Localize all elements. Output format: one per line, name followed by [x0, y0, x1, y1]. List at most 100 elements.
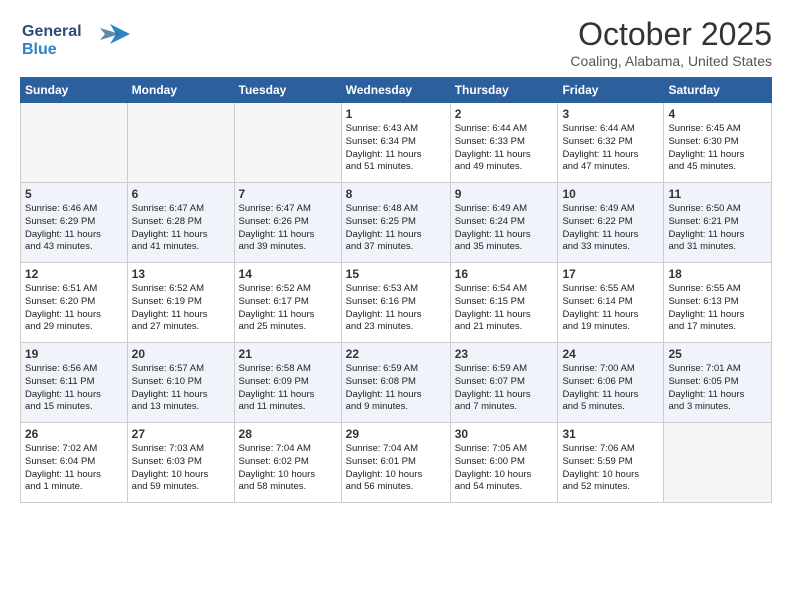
svg-text:General: General [22, 23, 82, 40]
cell-data: Sunrise: 7:03 AMSunset: 6:03 PMDaylight:… [132, 443, 230, 494]
cell-data: Sunrise: 6:48 AMSunset: 6:25 PMDaylight:… [346, 203, 446, 254]
week-row-2: 5 Sunrise: 6:46 AMSunset: 6:29 PMDaylight… [21, 183, 772, 263]
day-number: 19 [25, 347, 123, 361]
cell-data: Sunrise: 7:01 AMSunset: 6:05 PMDaylight:… [668, 363, 767, 414]
day-header-tuesday: Tuesday [234, 78, 341, 103]
calendar-cell [234, 103, 341, 183]
day-number: 3 [562, 107, 659, 121]
calendar-header-row: SundayMondayTuesdayWednesdayThursdayFrid… [21, 78, 772, 103]
cell-data: Sunrise: 6:55 AMSunset: 6:14 PMDaylight:… [562, 283, 659, 334]
day-header-friday: Friday [558, 78, 664, 103]
calendar-cell: 13 Sunrise: 6:52 AMSunset: 6:19 PMDayligh… [127, 263, 234, 343]
day-number: 13 [132, 267, 230, 281]
day-header-sunday: Sunday [21, 78, 128, 103]
day-number: 17 [562, 267, 659, 281]
calendar-cell: 5 Sunrise: 6:46 AMSunset: 6:29 PMDaylight… [21, 183, 128, 263]
cell-data: Sunrise: 7:06 AMSunset: 5:59 PMDaylight:… [562, 443, 659, 494]
calendar-cell: 9 Sunrise: 6:49 AMSunset: 6:24 PMDaylight… [450, 183, 558, 263]
calendar-cell: 18Sunrise: 6:55 AMSunset: 6:13 PMDayligh… [664, 263, 772, 343]
cell-data: Sunrise: 6:45 AMSunset: 6:30 PMDaylight:… [668, 123, 767, 174]
cell-data: Sunrise: 6:53 AMSunset: 6:16 PMDaylight:… [346, 283, 446, 334]
calendar-cell: 19 Sunrise: 6:56 AMSunset: 6:11 PMDayligh… [21, 343, 128, 423]
day-number: 25 [668, 347, 767, 361]
week-row-4: 19 Sunrise: 6:56 AMSunset: 6:11 PMDayligh… [21, 343, 772, 423]
day-number: 16 [455, 267, 554, 281]
day-number: 5 [25, 187, 123, 201]
cell-data: Sunrise: 6:50 AMSunset: 6:21 PMDaylight:… [668, 203, 767, 254]
cell-data: Sunrise: 6:56 AMSunset: 6:11 PMDaylight:… [25, 363, 123, 414]
day-number: 28 [239, 427, 337, 441]
cell-data: Sunrise: 7:05 AMSunset: 6:00 PMDaylight:… [455, 443, 554, 494]
cell-data: Sunrise: 7:02 AMSunset: 6:04 PMDaylight:… [25, 443, 123, 494]
calendar-cell: 28 Sunrise: 7:04 AMSunset: 6:02 PMDayligh… [234, 423, 341, 503]
calendar-cell: 16Sunrise: 6:54 AMSunset: 6:15 PMDayligh… [450, 263, 558, 343]
day-number: 11 [668, 187, 767, 201]
day-number: 1 [346, 107, 446, 121]
week-row-5: 26 Sunrise: 7:02 AMSunset: 6:04 PMDayligh… [21, 423, 772, 503]
cell-data: Sunrise: 6:49 AMSunset: 6:22 PMDaylight:… [562, 203, 659, 254]
calendar-cell: 31 Sunrise: 7:06 AMSunset: 5:59 PMDayligh… [558, 423, 664, 503]
calendar-cell: 17 Sunrise: 6:55 AMSunset: 6:14 PMDayligh… [558, 263, 664, 343]
cell-data: Sunrise: 6:49 AMSunset: 6:24 PMDaylight:… [455, 203, 554, 254]
day-number: 30 [455, 427, 554, 441]
cell-data: Sunrise: 6:55 AMSunset: 6:13 PMDaylight:… [668, 283, 767, 334]
calendar: SundayMondayTuesdayWednesdayThursdayFrid… [20, 77, 772, 503]
calendar-cell: 11 Sunrise: 6:50 AMSunset: 6:21 PMDayligh… [664, 183, 772, 263]
location: Coaling, Alabama, United States [570, 53, 772, 69]
day-number: 6 [132, 187, 230, 201]
cell-data: Sunrise: 6:57 AMSunset: 6:10 PMDaylight:… [132, 363, 230, 414]
calendar-cell [21, 103, 128, 183]
calendar-cell: 29 Sunrise: 7:04 AMSunset: 6:01 PMDayligh… [341, 423, 450, 503]
day-number: 2 [455, 107, 554, 121]
day-number: 9 [455, 187, 554, 201]
day-header-monday: Monday [127, 78, 234, 103]
day-number: 7 [239, 187, 337, 201]
day-number: 12 [25, 267, 123, 281]
cell-data: Sunrise: 7:04 AMSunset: 6:02 PMDaylight:… [239, 443, 337, 494]
calendar-cell: 25 Sunrise: 7:01 AMSunset: 6:05 PMDayligh… [664, 343, 772, 423]
calendar-cell: 21Sunrise: 6:58 AMSunset: 6:09 PMDayligh… [234, 343, 341, 423]
week-row-3: 12 Sunrise: 6:51 AMSunset: 6:20 PMDayligh… [21, 263, 772, 343]
logo-text: General Blue [20, 16, 130, 65]
cell-data: Sunrise: 6:47 AMSunset: 6:26 PMDaylight:… [239, 203, 337, 254]
logo: General Blue [20, 16, 130, 65]
calendar-cell: 23Sunrise: 6:59 AMSunset: 6:07 PMDayligh… [450, 343, 558, 423]
cell-data: Sunrise: 6:58 AMSunset: 6:09 PMDaylight:… [239, 363, 337, 414]
cell-data: Sunrise: 6:52 AMSunset: 6:19 PMDaylight:… [132, 283, 230, 334]
cell-data: Sunrise: 6:59 AMSunset: 6:08 PMDaylight:… [346, 363, 446, 414]
calendar-cell: 10 Sunrise: 6:49 AMSunset: 6:22 PMDayligh… [558, 183, 664, 263]
day-number: 15 [346, 267, 446, 281]
day-number: 14 [239, 267, 337, 281]
day-number: 29 [346, 427, 446, 441]
day-number: 20 [132, 347, 230, 361]
day-number: 10 [562, 187, 659, 201]
day-number: 26 [25, 427, 123, 441]
cell-data: Sunrise: 6:44 AMSunset: 6:32 PMDaylight:… [562, 123, 659, 174]
calendar-cell: 20 Sunrise: 6:57 AMSunset: 6:10 PMDayligh… [127, 343, 234, 423]
day-number: 23 [455, 347, 554, 361]
cell-data: Sunrise: 6:46 AMSunset: 6:29 PMDaylight:… [25, 203, 123, 254]
calendar-cell [127, 103, 234, 183]
day-number: 31 [562, 427, 659, 441]
cell-data: Sunrise: 6:47 AMSunset: 6:28 PMDaylight:… [132, 203, 230, 254]
calendar-cell: 22 Sunrise: 6:59 AMSunset: 6:08 PMDayligh… [341, 343, 450, 423]
calendar-cell: 15 Sunrise: 6:53 AMSunset: 6:16 PMDayligh… [341, 263, 450, 343]
calendar-cell: 26 Sunrise: 7:02 AMSunset: 6:04 PMDayligh… [21, 423, 128, 503]
calendar-cell: 4Sunrise: 6:45 AMSunset: 6:30 PMDaylight… [664, 103, 772, 183]
calendar-cell: 24 Sunrise: 7:00 AMSunset: 6:06 PMDayligh… [558, 343, 664, 423]
day-number: 22 [346, 347, 446, 361]
page: General Blue October 2025 Coaling, Alaba… [0, 0, 792, 513]
calendar-cell: 3 Sunrise: 6:44 AMSunset: 6:32 PMDaylight… [558, 103, 664, 183]
header: General Blue October 2025 Coaling, Alaba… [20, 16, 772, 69]
svg-text:Blue: Blue [22, 41, 57, 58]
cell-data: Sunrise: 6:51 AMSunset: 6:20 PMDaylight:… [25, 283, 123, 334]
calendar-cell: 1Sunrise: 6:43 AMSunset: 6:34 PMDaylight… [341, 103, 450, 183]
day-number: 24 [562, 347, 659, 361]
cell-data: Sunrise: 6:52 AMSunset: 6:17 PMDaylight:… [239, 283, 337, 334]
cell-data: Sunrise: 7:04 AMSunset: 6:01 PMDaylight:… [346, 443, 446, 494]
calendar-cell [664, 423, 772, 503]
calendar-cell: 6 Sunrise: 6:47 AMSunset: 6:28 PMDaylight… [127, 183, 234, 263]
cell-data: Sunrise: 7:00 AMSunset: 6:06 PMDaylight:… [562, 363, 659, 414]
day-number: 8 [346, 187, 446, 201]
day-header-thursday: Thursday [450, 78, 558, 103]
